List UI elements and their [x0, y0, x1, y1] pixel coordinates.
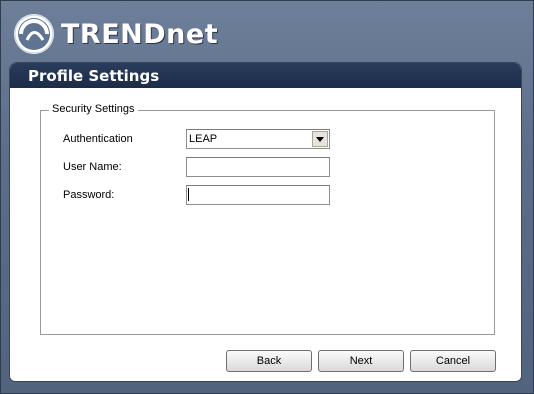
password-row: Password: — [63, 185, 330, 205]
security-settings-group: Security Settings Authentication LEAP Us… — [40, 103, 495, 335]
authentication-row: Authentication LEAP — [63, 129, 330, 149]
authentication-select[interactable]: LEAP — [186, 129, 330, 149]
profile-settings-panel: Profile Settings Security Settings Authe… — [9, 62, 522, 382]
username-row: User Name: — [63, 157, 330, 177]
username-label: User Name: — [63, 161, 122, 173]
back-button[interactable]: Back — [226, 350, 312, 372]
brand-name: TRENDnet — [61, 18, 219, 50]
cancel-button[interactable]: Cancel — [410, 350, 496, 372]
panel-header: Profile Settings — [10, 63, 521, 88]
password-input[interactable] — [186, 185, 330, 205]
password-label: Password: — [63, 189, 115, 201]
authentication-selected-value: LEAP — [189, 133, 218, 145]
username-input[interactable] — [186, 157, 330, 177]
brand-header: TRENDnet — [13, 13, 218, 55]
next-button[interactable]: Next — [318, 350, 404, 372]
page-title: Profile Settings — [28, 66, 160, 85]
password-field-wrap — [186, 185, 330, 205]
group-legend: Security Settings — [49, 103, 138, 115]
authentication-label: Authentication — [63, 133, 133, 145]
text-caret — [188, 188, 189, 201]
trendnet-logo-icon — [14, 14, 54, 54]
dropdown-arrow-icon[interactable] — [312, 131, 328, 147]
